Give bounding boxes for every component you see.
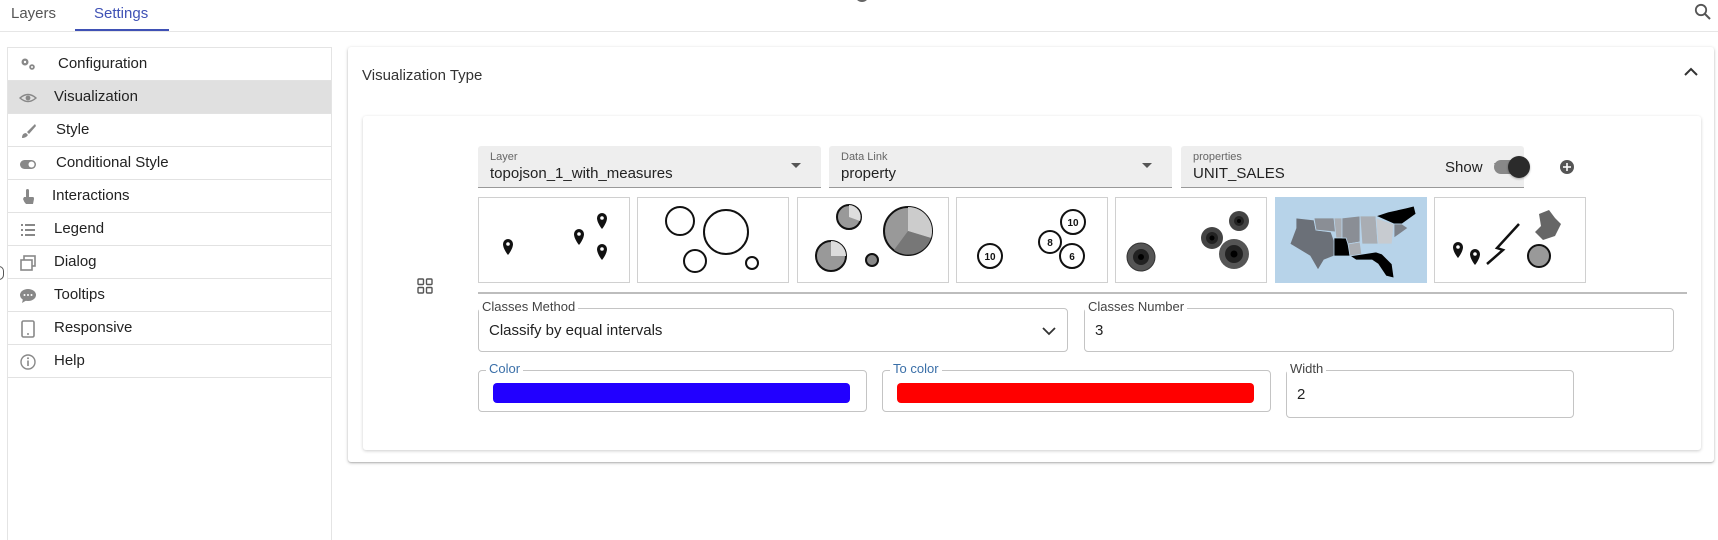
sidebar-item-configuration[interactable]: Configuration	[8, 48, 331, 81]
width-value: 2	[1297, 386, 1306, 403]
width-input[interactable]: 2	[1286, 370, 1574, 418]
viz-type-labeled-circles[interactable]: 10 8 6 10	[956, 197, 1108, 283]
width-label: Width	[1287, 361, 1327, 376]
sidebar-item-legend[interactable]: Legend	[8, 213, 331, 246]
sidebar-item-label: Configuration	[58, 55, 148, 72]
to-color-label: To color	[890, 361, 942, 376]
classes-number-label: Classes Number	[1085, 299, 1188, 314]
sidebar-item-dialog[interactable]: Dialog	[8, 246, 331, 279]
data-link-select-label: Data Link	[841, 151, 888, 163]
eye-icon	[19, 89, 37, 107]
mixed-geometry-icon	[1453, 210, 1561, 268]
sidebar-item-label: Dialog	[54, 253, 97, 270]
info-icon	[19, 353, 37, 371]
viz-type-proportional-circles[interactable]	[637, 197, 789, 283]
sidebar-item-style[interactable]: Style	[8, 114, 331, 147]
sidebar-item-label: Help	[54, 352, 85, 369]
comment-icon	[19, 287, 37, 305]
visualization-settings-card: Layer topojson_1_with_measures Data Link…	[363, 116, 1701, 450]
loading-indicator-icon	[855, 0, 869, 2]
classes-method-select[interactable]: Classify by equal intervals	[478, 308, 1068, 352]
layer-select-label: Layer	[490, 151, 518, 163]
sidebar-item-conditional-style[interactable]: Conditional Style	[8, 147, 331, 180]
classes-number-value: 3	[1095, 322, 1104, 339]
toggle-icon	[19, 155, 37, 173]
settings-sidebar: Configuration Visualization Style Condit…	[7, 47, 332, 540]
sidebar-item-visualization[interactable]: Visualization	[8, 81, 331, 114]
top-tab-bar: Layers Settings	[0, 0, 1718, 32]
chevron-up-icon[interactable]	[1682, 63, 1700, 81]
layer-select-value: topojson_1_with_measures	[490, 165, 673, 182]
tab-settings[interactable]: Settings	[94, 4, 148, 30]
classes-number-input[interactable]: 3	[1084, 308, 1674, 352]
properties-select-label: properties	[1193, 151, 1242, 163]
brush-icon	[19, 122, 37, 140]
viz-type-markers[interactable]	[478, 197, 630, 283]
labeled-circles-icon: 10 8 6 10	[977, 209, 1086, 269]
chevron-down-icon	[1042, 327, 1056, 336]
classes-method-label: Classes Method	[479, 299, 579, 314]
grid-view-icon[interactable]	[417, 278, 433, 294]
viz-type-mixed-geometry[interactable]	[1434, 197, 1586, 283]
show-toggle-label: Show	[1445, 159, 1483, 176]
tablet-icon	[19, 320, 37, 338]
color-swatch[interactable]	[493, 383, 850, 403]
to-color-swatch[interactable]	[897, 383, 1254, 403]
classes-method-value: Classify by equal intervals	[489, 322, 663, 339]
to-color-picker[interactable]	[882, 370, 1271, 412]
circle-label: 10	[1067, 218, 1079, 229]
sidebar-item-interactions[interactable]: Interactions	[8, 180, 331, 213]
pointer-hand-icon	[19, 188, 37, 206]
sidebar-item-label: Style	[56, 121, 90, 138]
sidebar-item-label: Responsive	[54, 319, 133, 336]
tab-layers[interactable]: Layers	[11, 4, 56, 30]
color-picker[interactable]	[478, 370, 867, 412]
sidebar-item-label: Visualization	[54, 88, 138, 105]
viz-type-ring-circles[interactable]	[1115, 197, 1267, 283]
dropdown-arrow-icon	[1142, 163, 1152, 168]
data-link-select[interactable]: Data Link property	[829, 146, 1172, 188]
dropdown-arrow-icon	[791, 163, 801, 168]
sidebar-item-responsive[interactable]: Responsive	[8, 312, 331, 345]
sidebar-item-label: Interactions	[52, 187, 130, 204]
properties-select-value: UNIT_SALES	[1193, 165, 1285, 182]
circle-label: 10	[984, 252, 996, 263]
viz-type-choropleth[interactable]	[1275, 197, 1427, 283]
data-link-select-value: property	[841, 165, 897, 182]
color-label: Color	[486, 361, 524, 376]
layer-select[interactable]: Layer topojson_1_with_measures	[478, 146, 821, 188]
choropleth-map-icon	[1289, 205, 1417, 279]
add-circle-icon[interactable]	[1559, 159, 1575, 175]
active-tab-indicator	[75, 29, 169, 31]
window-restore-icon	[19, 254, 37, 272]
sidebar-item-label: Tooltips	[54, 286, 105, 303]
gears-icon	[19, 56, 37, 74]
viz-type-pie-charts[interactable]	[797, 197, 949, 283]
sidebar-item-help[interactable]: Help	[8, 345, 331, 378]
circle-label: 8	[1047, 238, 1053, 249]
circle-label: 6	[1069, 252, 1075, 263]
panel-title: Visualization Type	[362, 67, 483, 84]
proportional-circles-icon	[665, 206, 759, 273]
list-icon	[19, 221, 37, 239]
show-toggle-knob[interactable]	[1508, 156, 1530, 178]
sidebar-item-label: Conditional Style	[56, 154, 169, 171]
search-icon[interactable]	[1694, 3, 1712, 21]
ring-circles-icon	[1126, 211, 1249, 272]
sidebar-item-label: Legend	[54, 220, 105, 237]
sidebar-item-tooltips[interactable]: Tooltips	[8, 279, 331, 312]
pie-charts-icon	[815, 204, 933, 272]
markers-icon	[503, 213, 607, 260]
drawer-handle-icon[interactable]	[0, 266, 4, 280]
divider	[478, 292, 1687, 294]
visualization-type-panel: Visualization Type Layer topojson_1_with…	[348, 47, 1714, 462]
